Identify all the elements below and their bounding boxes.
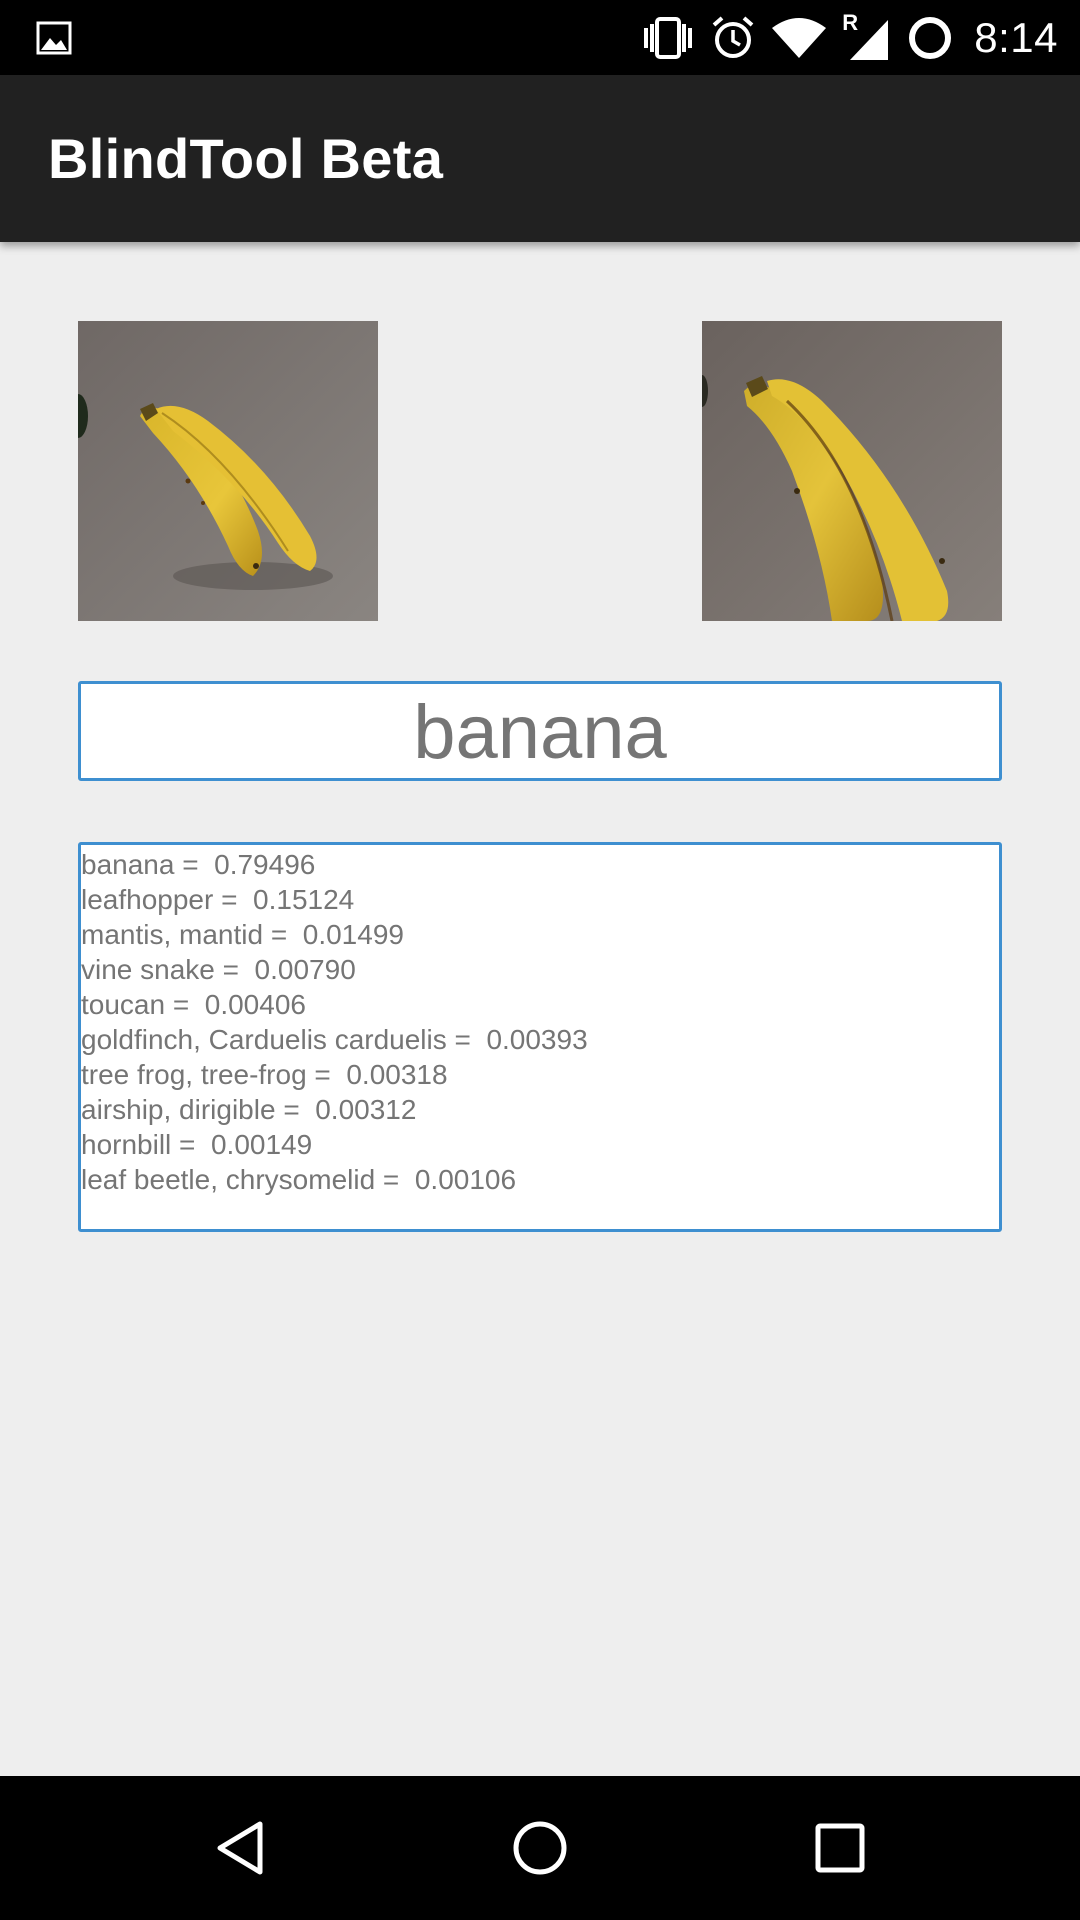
vibrate-icon xyxy=(644,16,693,59)
banana-photo-left xyxy=(78,321,378,621)
navigation-bar xyxy=(0,1776,1080,1920)
prediction-line: vine snake = 0.00790 xyxy=(81,954,356,985)
prediction-line: toucan = 0.00406 xyxy=(81,989,306,1020)
gallery-icon xyxy=(36,21,72,55)
status-time: 8:14 xyxy=(974,13,1058,61)
prediction-line: airship, dirigible = 0.00312 xyxy=(81,1094,417,1125)
alarm-icon xyxy=(712,15,754,58)
recents-button[interactable] xyxy=(768,1776,912,1920)
status-icons: R 8:14 xyxy=(640,0,1058,75)
top-result-label: banana xyxy=(413,690,667,775)
recents-icon xyxy=(815,1823,865,1873)
app-title: BlindTool Beta xyxy=(48,127,444,190)
prediction-line: banana = 0.79496 xyxy=(81,849,316,880)
predictions-list: banana = 0.79496 leafhopper = 0.15124 ma… xyxy=(81,847,588,1197)
prediction-line: goldfinch, Carduelis carduelis = 0.00393 xyxy=(81,1024,588,1055)
status-bar: R 8:14 xyxy=(0,0,1080,75)
top-result-box: banana xyxy=(78,681,1002,781)
predictions-box[interactable]: banana = 0.79496 leafhopper = 0.15124 ma… xyxy=(78,842,1002,1232)
signal-roaming-icon: R xyxy=(842,10,892,62)
screen: R 8:14 BlindTool Beta banana banana = 0.… xyxy=(0,0,1080,1920)
prediction-line: mantis, mantid = 0.01499 xyxy=(81,919,404,950)
prediction-line: leafhopper = 0.15124 xyxy=(81,884,355,915)
banana-photo-right xyxy=(702,321,1002,621)
camera-preview-right xyxy=(702,321,1002,621)
app-bar: BlindTool Beta xyxy=(0,75,1080,242)
home-button[interactable] xyxy=(468,1776,612,1920)
wifi-icon xyxy=(772,17,827,58)
home-icon xyxy=(513,1821,567,1875)
back-icon xyxy=(217,1821,263,1875)
battery-ring-icon xyxy=(909,16,952,59)
prediction-line: tree frog, tree-frog = 0.00318 xyxy=(81,1059,448,1090)
back-button[interactable] xyxy=(168,1776,312,1920)
prediction-line: leaf beetle, chrysomelid = 0.00106 xyxy=(81,1164,517,1195)
camera-preview-left xyxy=(78,321,378,621)
prediction-line: hornbill = 0.00149 xyxy=(81,1129,313,1160)
